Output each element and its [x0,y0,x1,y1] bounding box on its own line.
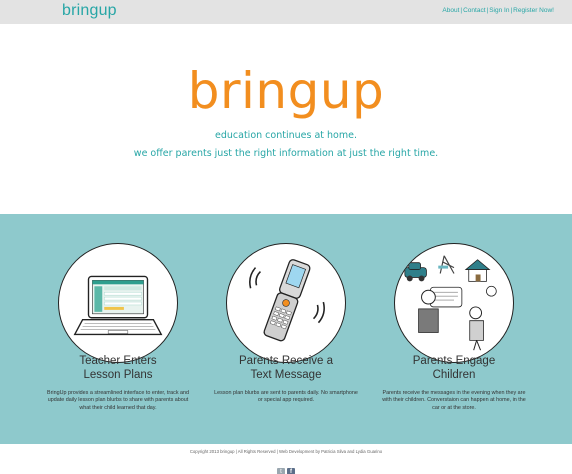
feature-parents-receive: Parents Receive a Text Message Lesson pl… [201,214,371,444]
laptop-illustration-icon [58,243,178,363]
footer: Copyright 2013 bringup | All Rights Rese… [0,444,572,474]
nav-about-link[interactable]: About [442,7,459,14]
hero-tagline: education continues at home. [215,130,357,141]
flip-phone-illustration-icon [226,243,346,363]
top-bar: bringup About|Contact|Sign In|Register N… [0,0,572,24]
twitter-icon[interactable]: t [277,468,285,474]
nav-sign-in-link[interactable]: Sign In [489,7,509,14]
nav-register-link[interactable]: Register Now! [513,7,554,14]
top-nav: About|Contact|Sign In|Register Now! [442,7,554,14]
feature-title: Teacher Enters Lesson Plans [79,355,157,381]
feature-title: Parents Receive a Text Message [239,355,333,381]
features-section: Teacher Enters Lesson Plans BringUp prov… [0,214,572,444]
feature-description: Parents receive the messages in the even… [382,390,526,411]
family-activities-illustration-icon [394,243,514,363]
feature-title: Parents Engage Children [412,355,496,381]
copyright-text: Copyright 2013 bringup | All Rights Rese… [189,449,383,454]
facebook-icon[interactable]: f [287,468,295,474]
social-links: tf [277,458,297,474]
hero-title: bringup [187,62,385,120]
nav-contact-link[interactable]: Contact [463,7,485,14]
feature-parents-engage: Parents Engage Children Parents receive … [369,214,539,444]
hero-subtagline: we offer parents just the right informat… [133,148,439,159]
hero-section: bringup education continues at home. we … [0,24,572,214]
feature-teacher: Teacher Enters Lesson Plans BringUp prov… [33,214,203,444]
brand-logo[interactable]: bringup [62,2,117,20]
feature-description: BringUp provides a streamlined interface… [46,390,190,411]
feature-description: Lesson plan blurbs are sent to parents d… [214,390,358,404]
